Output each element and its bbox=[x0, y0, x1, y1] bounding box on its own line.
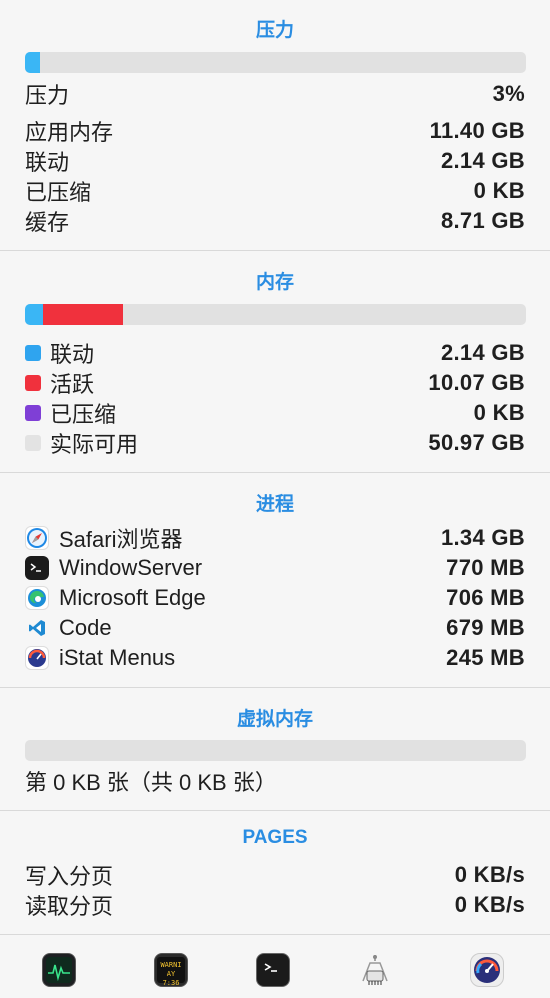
process-value: 679 MB bbox=[446, 615, 525, 640]
memory-bar-wired bbox=[25, 304, 43, 325]
system-information-icon[interactable] bbox=[358, 953, 392, 987]
edge-icon bbox=[25, 586, 49, 610]
memory-active-value: 10.07 GB bbox=[428, 370, 525, 395]
terminal-icon[interactable] bbox=[256, 953, 290, 987]
memory-row-compressed: 已压缩 0 KB bbox=[25, 398, 525, 428]
pressure-value: 3% bbox=[492, 81, 525, 106]
process-name: Microsoft Edge bbox=[59, 585, 206, 610]
cache-row: 缓存 8.71 GB bbox=[25, 206, 525, 236]
memory-wired-value: 2.14 GB bbox=[440, 340, 525, 365]
memory-bar bbox=[25, 304, 526, 325]
divider bbox=[0, 687, 550, 688]
process-row[interactable]: Safari浏览器 1.34 GB bbox=[25, 523, 525, 553]
process-row[interactable]: WindowServer 770 MB bbox=[25, 553, 525, 583]
console-icon-text: AY 7:36 bbox=[162, 970, 180, 987]
divider bbox=[0, 810, 550, 811]
cache-label: 缓存 bbox=[25, 210, 70, 235]
wired-swatch bbox=[25, 345, 41, 361]
terminal-icon bbox=[25, 556, 49, 580]
process-name: Code bbox=[59, 615, 112, 640]
processes-title: 进程 bbox=[255, 494, 294, 515]
memory-available-value: 50.97 GB bbox=[428, 430, 525, 455]
page-ins-value: 0 KB/s bbox=[454, 892, 525, 917]
page-ins-row: 读取分页 0 KB/s bbox=[25, 890, 525, 920]
process-row[interactable]: iStat Menus 245 MB bbox=[25, 643, 525, 673]
pressure-bar-fill bbox=[25, 52, 41, 73]
safari-icon bbox=[25, 526, 49, 550]
virtual-memory-title: 虚拟内存 bbox=[236, 709, 313, 730]
memory-title: 内存 bbox=[255, 272, 294, 293]
virtual-memory-bar bbox=[25, 740, 526, 761]
page-outs-value: 0 KB/s bbox=[454, 862, 525, 887]
pressure-title: 压力 bbox=[255, 20, 294, 41]
memory-row-wired: 联动 2.14 GB bbox=[25, 338, 525, 368]
process-row[interactable]: Microsoft Edge 706 MB bbox=[25, 583, 525, 613]
compressed-row: 已压缩 0 KB bbox=[25, 176, 525, 206]
vscode-icon bbox=[25, 616, 49, 640]
app-launcher-bar: WARNI AY 7:36 bbox=[0, 936, 550, 998]
process-value: 245 MB bbox=[446, 645, 525, 670]
memory-available-label: 实际可用 bbox=[50, 432, 139, 457]
memory-wired-label: 联动 bbox=[50, 342, 95, 367]
divider bbox=[0, 250, 550, 251]
wired-label: 联动 bbox=[25, 150, 70, 175]
compressed-value: 0 KB bbox=[473, 178, 525, 203]
istat-icon bbox=[25, 646, 49, 670]
active-swatch bbox=[25, 375, 41, 391]
compressed-swatch bbox=[25, 405, 41, 421]
app-memory-row: 应用内存 11.40 GB bbox=[25, 116, 525, 146]
pressure-row: 压力 3% bbox=[25, 79, 525, 109]
cache-value: 8.71 GB bbox=[440, 208, 525, 233]
process-name: Safari浏览器 bbox=[59, 527, 183, 552]
page-outs-row: 写入分页 0 KB/s bbox=[25, 860, 525, 890]
memory-active-label: 活跃 bbox=[50, 372, 95, 397]
divider bbox=[0, 472, 550, 473]
pressure-label: 压力 bbox=[25, 83, 70, 108]
pressure-bar bbox=[25, 52, 526, 73]
page-outs-label: 写入分页 bbox=[25, 864, 114, 889]
istat-menus-icon[interactable] bbox=[470, 953, 504, 987]
console-icon[interactable]: WARNI AY 7:36 bbox=[154, 953, 188, 987]
memory-compressed-label: 已压缩 bbox=[50, 402, 117, 427]
process-name: WindowServer bbox=[59, 555, 203, 580]
virtual-memory-row: 第 0 KB 张（共 0 KB 张） bbox=[25, 766, 525, 796]
process-value: 1.34 GB bbox=[440, 525, 525, 550]
activity-monitor-icon[interactable] bbox=[42, 953, 76, 987]
wired-value: 2.14 GB bbox=[440, 148, 525, 173]
process-value: 770 MB bbox=[446, 555, 525, 580]
app-memory-label: 应用内存 bbox=[25, 120, 114, 145]
process-row[interactable]: Code 679 MB bbox=[25, 613, 525, 643]
virtual-memory-summary: 第 0 KB 张（共 0 KB 张） bbox=[25, 770, 277, 795]
divider bbox=[0, 934, 550, 935]
process-value: 706 MB bbox=[446, 585, 525, 610]
memory-bar-active bbox=[42, 304, 123, 325]
console-icon-text: WARNI bbox=[160, 961, 182, 969]
memory-row-active: 活跃 10.07 GB bbox=[25, 368, 525, 398]
process-name: iStat Menus bbox=[59, 645, 176, 670]
app-memory-value: 11.40 GB bbox=[429, 118, 525, 143]
wired-row: 联动 2.14 GB bbox=[25, 146, 525, 176]
page-ins-label: 读取分页 bbox=[25, 894, 114, 919]
available-swatch bbox=[25, 435, 41, 451]
compressed-label: 已压缩 bbox=[25, 180, 92, 205]
memory-compressed-value: 0 KB bbox=[473, 400, 525, 425]
pages-title: PAGES bbox=[242, 827, 308, 848]
memory-row-available: 实际可用 50.97 GB bbox=[25, 428, 525, 458]
